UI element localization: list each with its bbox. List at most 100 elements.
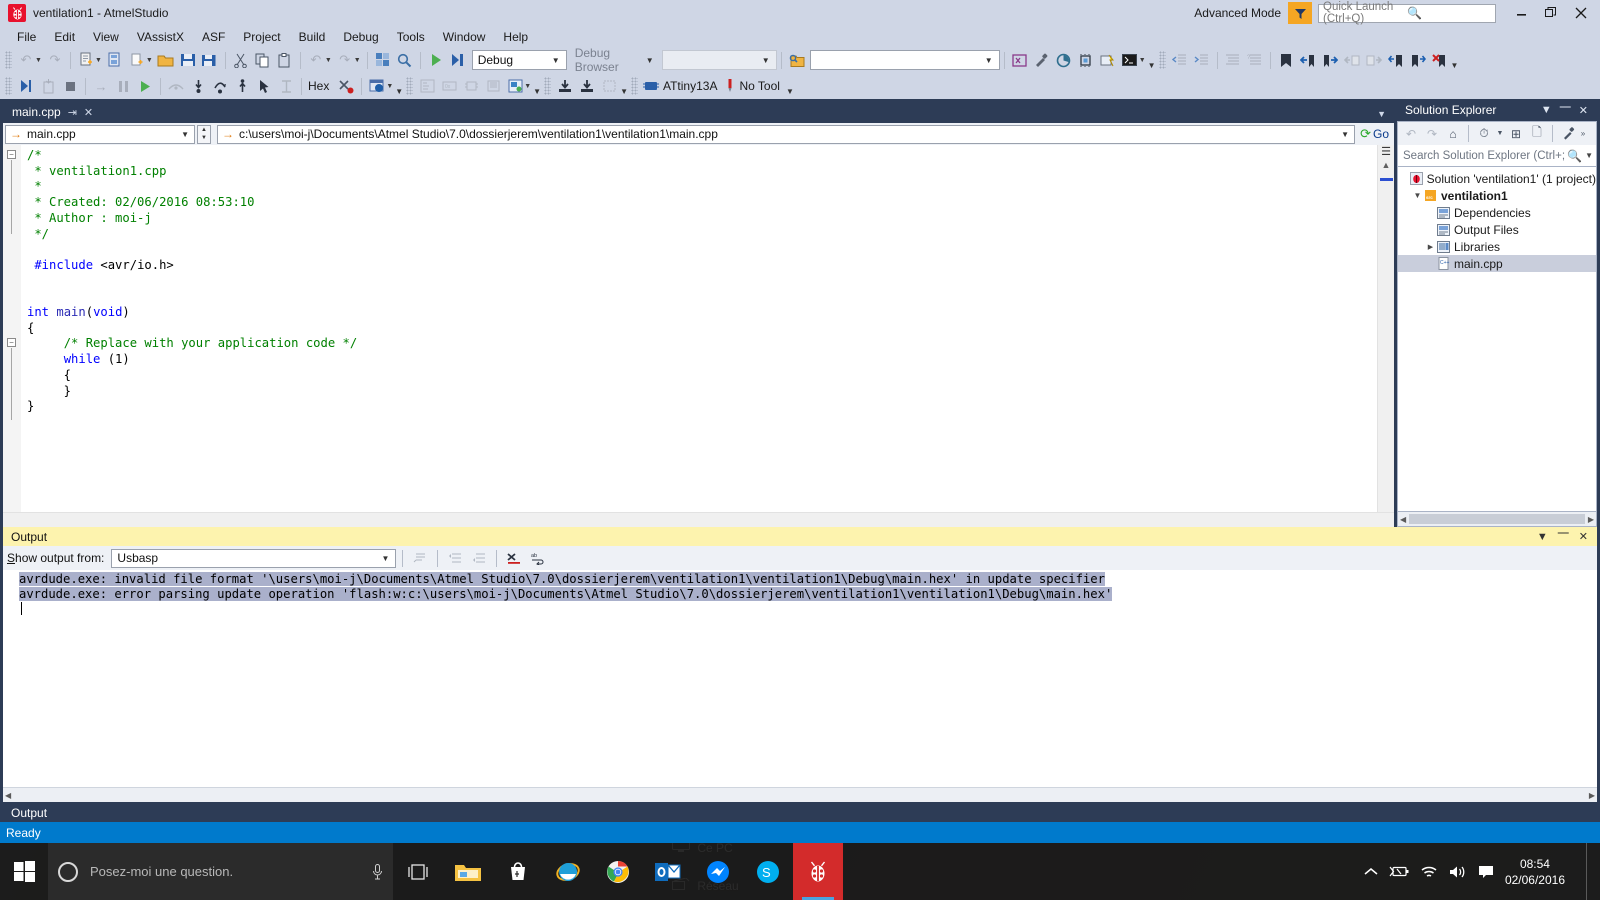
scrollbar-thumb[interactable] <box>1409 514 1585 524</box>
previous-bookmark-folder-icon[interactable] <box>1341 49 1363 71</box>
start-debugging-and-break-icon[interactable] <box>15 75 37 97</box>
scroll-right-arrow-icon[interactable]: ▶ <box>1589 791 1595 800</box>
toolbar-grip[interactable] <box>5 51 12 69</box>
disable-all-breakpoints-icon[interactable] <box>335 75 357 97</box>
wifi-icon[interactable] <box>1420 865 1438 879</box>
chevron-down-icon[interactable]: ▼ <box>35 57 42 64</box>
cortana-search-box[interactable]: Posez-moi une question. <box>48 843 393 900</box>
output-tab[interactable]: Output <box>11 806 47 822</box>
read-device-memory-icon[interactable] <box>554 75 576 97</box>
selected-device-button[interactable]: ATtiny13A <box>641 79 723 93</box>
solution-explorer-search[interactable]: Search Solution Explorer (Ctrl+; 🔍 ▼ <box>1397 145 1597 167</box>
tree-node-project[interactable]: ▼ src ventilation1 <box>1398 187 1596 204</box>
attach-to-target-icon[interactable] <box>37 75 59 97</box>
continue-icon[interactable] <box>134 75 156 97</box>
menu-help[interactable]: Help <box>494 28 537 46</box>
chevron-down-icon[interactable]: ▼ <box>95 57 102 64</box>
decrease-indent-icon[interactable] <box>1169 49 1191 71</box>
spinner-down-icon[interactable]: ▼ <box>198 134 210 143</box>
navigate-backward-icon[interactable]: ↶ <box>15 49 37 71</box>
battery-icon[interactable] <box>1389 865 1409 878</box>
stop-debugging-icon[interactable] <box>59 75 81 97</box>
maximize-restore-button[interactable] <box>1536 1 1566 25</box>
active-files-dropdown-icon[interactable]: ▼ <box>1377 109 1394 123</box>
close-button[interactable] <box>1566 1 1596 25</box>
toolbar-overflow-button[interactable]: ▼ <box>395 87 403 96</box>
redo-icon[interactable]: ↷ <box>334 49 356 71</box>
solution-explorer-horizontal-scrollbar[interactable]: ◀ ▶ <box>1397 512 1597 527</box>
show-desktop-button[interactable] <box>1586 843 1594 900</box>
next-bookmark-folder-icon[interactable] <box>1363 49 1385 71</box>
step-out-icon[interactable] <box>231 75 253 97</box>
navigation-spinner[interactable]: ▲ ▼ <box>197 124 211 144</box>
find-in-files-icon[interactable] <box>786 49 808 71</box>
copy-icon[interactable] <box>252 49 274 71</box>
go-to-next-message-icon[interactable] <box>468 547 490 569</box>
chevron-down-icon[interactable]: ▼ <box>1495 124 1505 144</box>
spinner-up-icon[interactable]: ▲ <box>198 126 210 135</box>
next-bookmark-icon[interactable] <box>1319 49 1341 71</box>
chevron-down-icon[interactable]: ▼ <box>386 83 393 90</box>
source-code[interactable]: /* * ventilation1.cpp * * Created: 02/06… <box>27 148 1377 415</box>
start-button[interactable] <box>0 843 48 900</box>
save-all-icon[interactable] <box>199 49 221 71</box>
selected-tool-button[interactable]: No Tool <box>723 79 785 93</box>
member-navigation-combo[interactable]: → main.cpp ▼ <box>5 124 195 144</box>
code-pane[interactable]: − − /* * ventilation1.cpp * * Created: 0… <box>3 145 1377 512</box>
solution-configuration-combo[interactable]: Debug ▼ <box>471 50 567 70</box>
home-icon[interactable]: ⌂ <box>1443 124 1463 144</box>
toolbar-grip[interactable] <box>406 77 414 95</box>
scroll-left-arrow-icon[interactable]: ◀ <box>1400 515 1406 524</box>
open-file-icon[interactable] <box>155 49 177 71</box>
tree-node-solution[interactable]: Solution 'ventilation1' (1 project) <box>1398 170 1596 187</box>
next-bookmark-in-file-icon[interactable] <box>1407 49 1429 71</box>
fold-comment-block-icon[interactable]: − <box>7 150 16 159</box>
expander[interactable]: ▶ <box>1424 243 1437 251</box>
device-view-icon[interactable] <box>504 75 526 97</box>
memory-window-icon[interactable]: 0x <box>438 75 460 97</box>
chevron-down-icon[interactable]: ▼ <box>1537 104 1556 116</box>
tree-node-libraries[interactable]: ▶ Libraries <box>1398 238 1596 255</box>
volume-icon[interactable] <box>1449 865 1467 879</box>
back-icon[interactable]: ↶ <box>1401 124 1421 144</box>
menu-debug[interactable]: Debug <box>334 28 387 46</box>
output-source-combo[interactable]: Usbasp ▼ <box>111 548 397 568</box>
menu-edit[interactable]: Edit <box>45 28 84 46</box>
toolbar-grip[interactable] <box>5 77 12 95</box>
editor-horizontal-scrollbar[interactable] <box>3 512 1394 527</box>
file-explorer-button[interactable] <box>443 843 493 900</box>
start-debugging-icon[interactable] <box>425 49 447 71</box>
google-chrome-button[interactable] <box>593 843 643 900</box>
previous-bookmark-icon[interactable] <box>1297 49 1319 71</box>
file-path-combo[interactable]: → c:\users\moi-j\Documents\Atmel Studio\… <box>217 124 1356 144</box>
chevron-down-icon[interactable]: ▼ <box>1582 151 1593 160</box>
cut-icon[interactable] <box>230 49 252 71</box>
chevron-down-icon[interactable]: ▼ <box>1139 57 1146 64</box>
io-view-icon[interactable] <box>460 75 482 97</box>
collapse-all-icon[interactable]: ⊞ <box>1506 124 1526 144</box>
pin-icon[interactable]: ⎻ <box>1556 104 1575 117</box>
paste-icon[interactable] <box>274 49 296 71</box>
new-item-icon[interactable] <box>126 49 148 71</box>
toolbar-overflow-button[interactable]: ▼ <box>533 87 541 96</box>
chevron-down-icon[interactable]: ▼ <box>1532 531 1553 543</box>
start-without-debugging-icon[interactable] <box>447 49 469 71</box>
show-all-files-icon[interactable]: 🗋 <box>1527 124 1547 144</box>
go-to-previous-message-icon[interactable] <box>444 547 466 569</box>
toolbar-overflow-button[interactable]: ▼ <box>620 87 628 96</box>
output-text-area[interactable]: avrdude.exe: invalid file format '\users… <box>3 570 1597 787</box>
build-solution-icon[interactable] <box>372 49 394 71</box>
tree-node-dependencies[interactable]: Dependencies <box>1398 204 1596 221</box>
messenger-button[interactable] <box>693 843 743 900</box>
firmware-upgrade-icon[interactable] <box>1097 49 1119 71</box>
solution-explorer-tree[interactable]: Solution 'ventilation1' (1 project) ▼ sr… <box>1397 167 1597 512</box>
fold-main-function-icon[interactable]: − <box>7 338 16 347</box>
pointer-select-icon[interactable] <box>253 75 275 97</box>
step-over-icon[interactable] <box>209 75 231 97</box>
close-icon[interactable]: ✕ <box>84 106 93 119</box>
internet-explorer-button[interactable] <box>543 843 593 900</box>
microsoft-store-button[interactable] <box>493 843 543 900</box>
uncomment-block-icon[interactable]: ? <box>1244 49 1266 71</box>
clock[interactable]: 08:54 02/06/2016 <box>1505 856 1575 888</box>
undo-icon[interactable]: ↶ <box>305 49 327 71</box>
